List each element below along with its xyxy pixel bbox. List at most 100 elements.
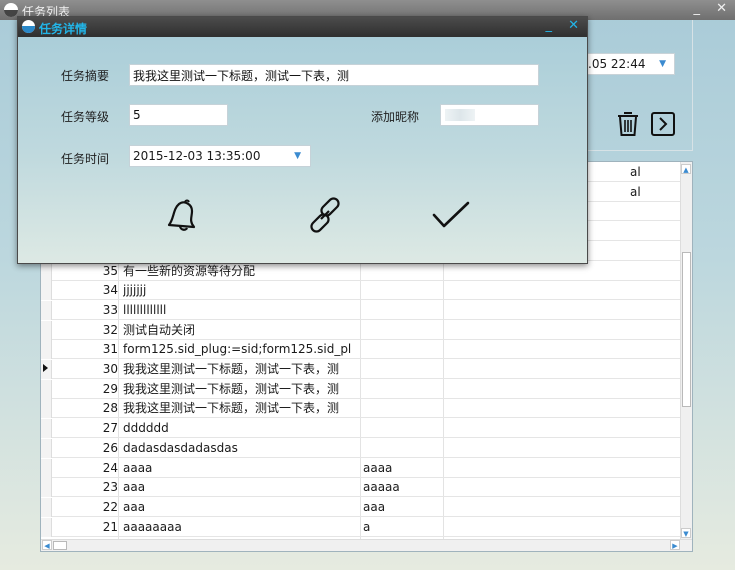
- cell-extra: aaaaa: [363, 480, 400, 495]
- table-row[interactable]: 21 aaaaaaaa a: [41, 517, 681, 537]
- dialog-controls: _ ✕: [533, 18, 579, 33]
- scroll-down-icon[interactable]: ▼: [681, 528, 691, 538]
- dialog-logo-icon: [22, 20, 35, 33]
- scroll-right-icon[interactable]: ▶: [670, 540, 680, 550]
- vertical-scroll-thumb[interactable]: [682, 252, 691, 407]
- table-row[interactable]: 30 我我这里测试一下标题，测试一下表，测: [41, 360, 681, 379]
- cell-id: 24: [102, 460, 118, 475]
- cell-extra: [363, 262, 443, 281]
- task-detail-dialog: 任务详情 _ ✕ 任务摘要 任务等级 添加昵称 任务时间 2015-12-03 …: [17, 16, 588, 264]
- summary-input[interactable]: [129, 64, 539, 86]
- cell-id: 26: [102, 440, 118, 455]
- panel-border: [692, 20, 693, 151]
- row-header[interactable]: [41, 360, 52, 379]
- cell-title: aaaaaaaa: [123, 519, 182, 534]
- cell-extra: [363, 321, 443, 340]
- cell-title: 我我这里测试一下标题，测试一下表，测: [123, 401, 340, 416]
- cell-title: 有一些新的资源等待分配: [123, 263, 256, 278]
- cell-extra: [363, 380, 443, 399]
- time-combo[interactable]: 2015-12-03 13:35:00 ▼: [129, 145, 311, 167]
- row-header[interactable]: [41, 419, 52, 439]
- next-button[interactable]: [650, 110, 676, 138]
- table-row[interactable]: 22 aaa aaa: [41, 497, 681, 517]
- nickname-input[interactable]: [440, 104, 539, 126]
- cell-title: 我我这里测试一下标题，测试一下表，测: [123, 381, 340, 396]
- dialog-close-button[interactable]: ✕: [568, 18, 579, 33]
- table-row[interactable]: 35 有一些新的资源等待分配: [41, 261, 681, 281]
- row-header[interactable]: [41, 281, 52, 301]
- row-header[interactable]: [41, 497, 52, 517]
- cell-extra: [363, 281, 443, 300]
- table-row[interactable]: 23 aaa aaaaa: [41, 478, 681, 498]
- time-value: 2015-12-03 13:35:00: [133, 149, 261, 163]
- cell-id: 31: [102, 342, 118, 357]
- trash-icon: [618, 112, 638, 136]
- cell-id: 34: [102, 283, 118, 298]
- reminder-button[interactable]: [161, 195, 201, 235]
- link-icon: [310, 197, 340, 233]
- table-row[interactable]: 27 dddddd: [41, 419, 681, 439]
- scroll-left-icon[interactable]: ◀: [42, 540, 52, 550]
- table-row[interactable]: 34 jjjjjjj: [41, 281, 681, 301]
- cell-title: jjjjjjj: [123, 283, 147, 298]
- cell-id: 21: [102, 519, 118, 534]
- table-row[interactable]: 33 lllllllllllll: [41, 300, 681, 320]
- row-header[interactable]: [41, 478, 52, 498]
- bell-icon: [167, 199, 196, 231]
- row-header[interactable]: [41, 517, 52, 537]
- cell-extra: [363, 301, 443, 320]
- date-filter-combo[interactable]: .05 22:44 ▼: [585, 53, 675, 75]
- minimize-button[interactable]: _: [693, 1, 700, 16]
- level-input[interactable]: [129, 104, 228, 126]
- cell-title: lllllllllllll: [123, 302, 167, 317]
- row-header[interactable]: [41, 458, 52, 478]
- cell-id: 35: [102, 263, 118, 278]
- cell-title: dddddd: [123, 421, 169, 436]
- summary-label: 任务摘要: [61, 69, 110, 83]
- cell-title: 我我这里测试一下标题，测试一下表，测: [123, 362, 340, 376]
- row-header[interactable]: [41, 300, 52, 320]
- link-button[interactable]: [305, 195, 345, 235]
- table-row[interactable]: 29 我我这里测试一下标题，测试一下表，测: [41, 379, 681, 399]
- dialog-titlebar[interactable]: 任务详情 _ ✕: [18, 17, 587, 37]
- table-row[interactable]: 28 我我这里测试一下标题，测试一下表，测: [41, 399, 681, 419]
- cell-right: al: [630, 165, 641, 179]
- cell-extra: [363, 419, 443, 438]
- horizontal-scrollbar[interactable]: ◀ ▶: [41, 539, 692, 551]
- chevron-down-icon[interactable]: ▼: [294, 146, 301, 166]
- table-row[interactable]: 31 form125.sid_plug:=sid;form125.sid_pl: [41, 340, 681, 360]
- scroll-up-icon[interactable]: ▲: [681, 164, 691, 174]
- chevron-down-icon[interactable]: ▼: [659, 54, 666, 74]
- confirm-button[interactable]: [431, 195, 471, 235]
- nickname-label: 添加昵称: [371, 110, 420, 124]
- cell-title: 测试自动关闭: [123, 322, 196, 337]
- cell-extra: [363, 360, 443, 379]
- dialog-minimize-button[interactable]: _: [545, 18, 552, 33]
- table-row[interactable]: 32 测试自动关闭: [41, 320, 681, 340]
- date-filter-value: .05 22:44: [588, 57, 646, 71]
- cell-id: 23: [102, 480, 118, 495]
- cell-id: 29: [102, 381, 118, 396]
- close-button[interactable]: ✕: [716, 1, 727, 16]
- cell-extra: [363, 439, 443, 458]
- row-header[interactable]: [41, 261, 52, 281]
- cell-id: 28: [102, 401, 118, 416]
- row-header[interactable]: [41, 320, 52, 340]
- cell-title: aaaa: [123, 460, 153, 475]
- table-row[interactable]: 24 aaaa aaaa: [41, 458, 681, 478]
- cell-extra: [363, 399, 443, 418]
- vertical-scrollbar[interactable]: ▲ ▼: [680, 162, 692, 540]
- cell-title: dadasdasdadasdas: [123, 440, 238, 455]
- cell-right: al: [630, 184, 641, 199]
- row-header[interactable]: [41, 399, 52, 419]
- cell-extra: aaa: [363, 499, 386, 514]
- row-header[interactable]: [41, 438, 52, 458]
- cell-id: 30: [102, 362, 118, 376]
- horizontal-scroll-thumb[interactable]: [53, 541, 67, 550]
- delete-button[interactable]: [615, 110, 641, 138]
- table-row[interactable]: 26 dadasdasdadasdas: [41, 438, 681, 458]
- time-label: 任务时间: [61, 152, 110, 166]
- cell-extra: [363, 340, 443, 359]
- row-header[interactable]: [41, 379, 52, 399]
- row-header[interactable]: [41, 340, 52, 360]
